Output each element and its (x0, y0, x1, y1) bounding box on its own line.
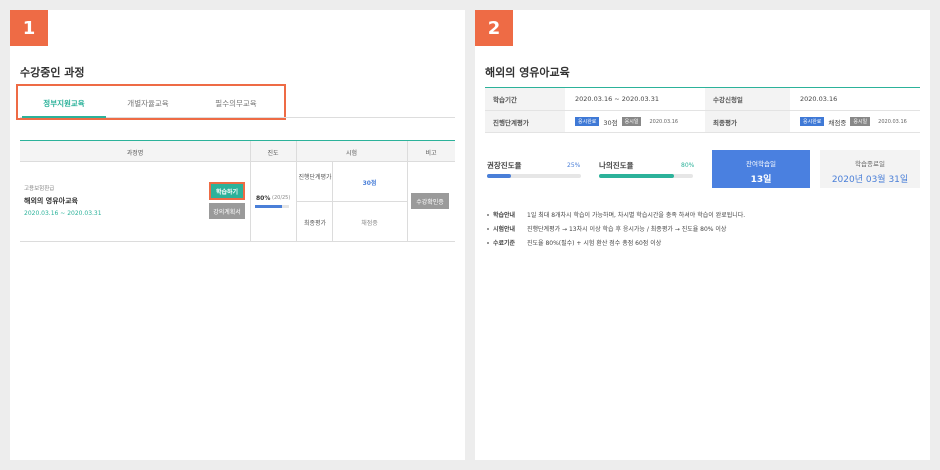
page-title: 수강중인 과정 (20, 66, 85, 79)
end-date-value: 2020년 03월 31일 (831, 175, 909, 185)
step-badge-2: 2 (475, 10, 513, 46)
remaining-days-box: 잔여학습일 13일 (712, 150, 810, 188)
progress-percent: 80% (256, 195, 271, 202)
progress-eval-date-chip: 응시일 (621, 117, 642, 126)
recommended-progress-pct: 25% (567, 162, 581, 169)
final-eval-date-chip: 응시일 (850, 117, 871, 126)
note-exam: 시험안내 진행단계평가 → 13차시 이상 학습 후 응시가능 / 최종평가 →… (487, 224, 726, 233)
my-progress-label: 나의진도율 (599, 161, 634, 170)
progress-detail: (20/25) (272, 195, 291, 201)
final-eval-status: 채점중 (828, 118, 847, 127)
exam-status-final: 채점중 (361, 220, 378, 227)
recommended-progress-bar (487, 174, 581, 178)
my-progress-bar (599, 174, 693, 178)
step-badge-1: 1 (10, 10, 48, 46)
progress-eval-status-chip: 응시완료 (575, 117, 600, 126)
header-exam: 시험 (345, 150, 358, 157)
final-eval-value: 응시완료 채점중 응시일 2020.03.16 (790, 111, 920, 132)
final-eval-date: 2020.03.16 (878, 118, 907, 125)
my-progress-fill (599, 174, 675, 178)
course-title: 해외의 영유아교육 (485, 66, 570, 79)
progress-eval-score: 30점 (603, 118, 618, 127)
apply-date-label: 수강신청일 (705, 88, 790, 110)
progress-eval-value: 응시완료 30점 응시일 2020.03.16 (565, 111, 705, 132)
progress-bar-fill (255, 205, 283, 208)
recommended-progress-label: 권장진도율 (487, 161, 522, 170)
final-eval-status-chip: 응시완료 (800, 117, 825, 126)
progress-bar (255, 205, 289, 208)
course-category: 고용보험환급 (24, 186, 55, 192)
header-course: 과정명 (126, 150, 144, 157)
tab-individual[interactable]: 개별자율교육 (106, 98, 190, 109)
tab-active-underline (22, 116, 106, 118)
exam-label-final: 최종평가 (303, 220, 327, 227)
course-name: 해외의 영유아교육 (24, 197, 78, 205)
certificate-button[interactable]: 수강확인증 (411, 193, 449, 209)
apply-date-value: 2020.03.16 (800, 95, 838, 103)
remaining-days-label: 잔여학습일 (746, 160, 776, 168)
progress-eval-label: 진행단계평가 (485, 111, 565, 132)
course-period: 2020.03.16 ~ 2020.03.31 (24, 210, 102, 217)
header-progress: 진도 (267, 150, 279, 157)
course-info-grid: 학습기간 2020.03.16 ~ 2020.03.31 수강신청일 2020.… (485, 88, 920, 133)
note-exam-label: 시험안내 (493, 226, 516, 233)
recommended-progress-fill (487, 174, 511, 178)
note-study-text: 1일 최대 8개차시 학습이 가능하며, 차시별 학습시간을 충족 하셔야 학습… (527, 212, 746, 219)
note-completion-text: 진도율 80%(필수) + 시험 환산 점수 총점 60점 이상 (527, 240, 662, 247)
note-study-label: 학습안내 (493, 212, 516, 219)
end-date-box: 학습종료일 2020년 03월 31일 (820, 150, 920, 188)
period-value: 2020.03.16 ~ 2020.03.31 (575, 95, 660, 103)
syllabus-button[interactable]: 강의계획서 (209, 203, 245, 219)
period-label: 학습기간 (485, 88, 565, 110)
tab-mandatory[interactable]: 필수의무교육 (194, 98, 278, 109)
note-completion-label: 수료기준 (493, 240, 516, 247)
header-note: 비고 (425, 150, 437, 157)
panel-course-detail: 2 해외의 영유아교육 학습기간 2020.03.16 ~ 2020.03.31… (475, 10, 930, 460)
exam-label-progress: 진행단계평가 (298, 174, 332, 181)
note-exam-text: 진행단계평가 → 13차시 이상 학습 후 응시가능 / 최종평가 → 진도율 … (527, 226, 727, 233)
note-completion: 수료기준 진도율 80%(필수) + 시험 환산 점수 총점 60점 이상 (487, 238, 661, 247)
study-button[interactable]: 학습하기 (209, 182, 245, 200)
final-eval-label: 최종평가 (705, 111, 790, 132)
note-study: 학습안내 1일 최대 8개차시 학습이 가능하며, 차시별 학습시간을 충족 하… (487, 210, 745, 219)
panel-course-list: 1 수강중인 과정 정부지원교육 개별자율교육 필수의무교육 과정명 진도 시험… (10, 10, 465, 460)
my-progress-pct: 80% (681, 162, 695, 169)
exam-score-progress: 30점 (362, 180, 377, 187)
remaining-days-value: 13일 (750, 175, 772, 185)
progress-eval-date: 2020.03.16 (649, 118, 679, 125)
tab-government[interactable]: 정부지원교육 (22, 98, 106, 109)
end-date-label: 학습종료일 (855, 160, 885, 168)
